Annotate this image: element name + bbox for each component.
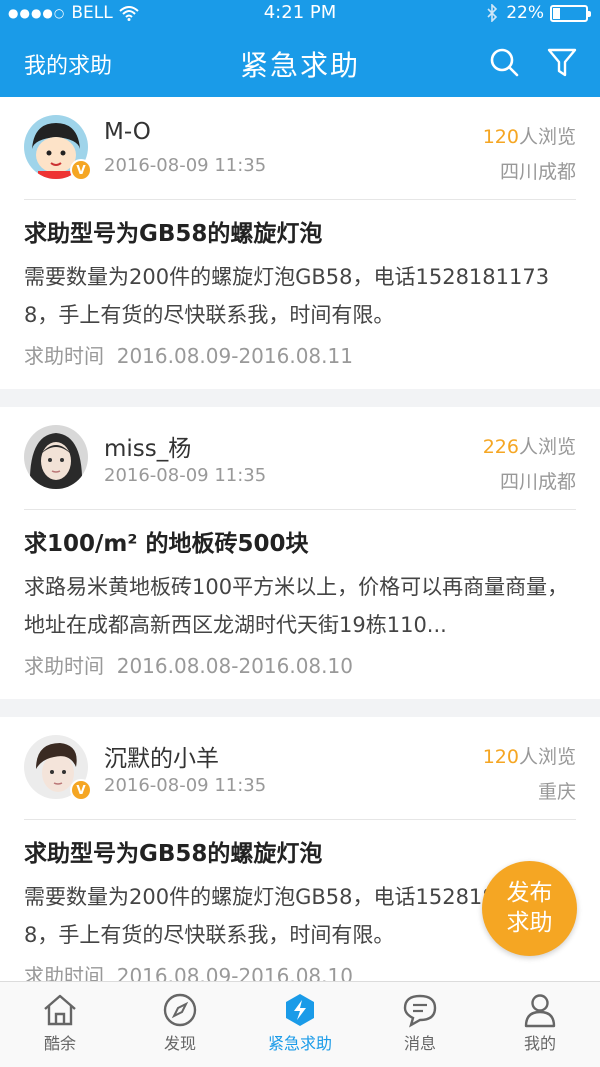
post-description: 求路易米黄地板砖100平方米以上，价格可以再商量商量，地址在成都高新西区龙湖时代… (24, 575, 569, 637)
message-icon (403, 994, 437, 1028)
help-card[interactable]: miss_杨 2016-08-09 11:35 226人浏览 四川成都 求100… (0, 407, 600, 699)
post-description: 需要数量为200件的螺旋灯泡GB58，电话15281811738，手上有货的尽快… (24, 265, 550, 327)
tab-home[interactable]: 酷余 (0, 982, 120, 1067)
view-count: 226人浏览 (482, 436, 576, 458)
tab-label: 消息 (403, 1034, 436, 1053)
fab-label-line1: 发布 (506, 880, 553, 906)
help-time: 求助时间 2016.08.09-2016.08.11 (24, 344, 353, 368)
location: 重庆 (537, 781, 576, 803)
help-time: 求助时间 2016.08.09-2016.08.10 (24, 964, 353, 981)
post-time: 2016-08-09 11:35 (104, 775, 267, 796)
tab-label: 我的 (523, 1034, 556, 1053)
filter-icon[interactable] (546, 46, 578, 78)
bluetooth-icon (487, 4, 498, 22)
tab-label: 发现 (163, 1034, 196, 1053)
battery-icon (550, 4, 591, 22)
tab-label: 酷余 (43, 1034, 76, 1053)
help-time: 求助时间 2016.08.08-2016.08.10 (24, 654, 353, 678)
home-icon (44, 994, 76, 1026)
my-help-button[interactable]: 我的求助 (24, 48, 112, 80)
search-icon[interactable] (488, 46, 520, 78)
help-card[interactable]: V M-O 2016-08-09 11:35 120人浏览 四川成都 求助型号为… (0, 97, 600, 389)
avatar[interactable] (24, 425, 88, 489)
tab-bar: 酷余 发现 紧急求助 消息 我的 (0, 981, 600, 1067)
post-title: 求助型号为GB58的螺旋灯泡 (24, 841, 323, 867)
view-count: 120人浏览 (482, 126, 576, 148)
fab-label-line2: 求助 (506, 910, 553, 936)
compass-icon (163, 993, 197, 1027)
post-time: 2016-08-09 11:35 (104, 155, 267, 176)
publish-help-button[interactable]: 发布 求助 (482, 861, 577, 956)
post-title: 求助型号为GB58的螺旋灯泡 (24, 221, 323, 247)
tab-profile[interactable]: 我的 (480, 982, 600, 1067)
profile-icon (524, 994, 556, 1028)
tab-discover[interactable]: 发现 (120, 982, 240, 1067)
location: 四川成都 (499, 161, 576, 183)
user-name[interactable]: miss_杨 (104, 429, 191, 463)
user-name[interactable]: M-O (104, 119, 151, 145)
location: 四川成都 (499, 471, 576, 493)
post-title: 求100/m² 的地板砖500块 (24, 531, 309, 557)
user-name[interactable]: 沉默的小羊 (104, 739, 219, 773)
tab-emergency-help[interactable]: 紧急求助 (240, 982, 360, 1067)
status-bar: ●●●●○ BELL 4:21 PM 22% (0, 0, 600, 26)
verified-badge-icon: V (70, 159, 92, 181)
top-bar: ●●●●○ BELL 4:21 PM 22% 我的求助 紧急求助 (0, 0, 600, 97)
emergency-icon (286, 994, 314, 1026)
tab-label: 紧急求助 (267, 1034, 332, 1053)
post-time: 2016-08-09 11:35 (104, 465, 267, 486)
battery-percent: 22% (506, 3, 544, 23)
view-count: 120人浏览 (482, 746, 576, 768)
verified-badge-icon: V (70, 779, 92, 801)
help-request-feed[interactable]: V M-O 2016-08-09 11:35 120人浏览 四川成都 求助型号为… (0, 97, 600, 981)
nav-bar: 我的求助 紧急求助 (0, 26, 600, 97)
tab-messages[interactable]: 消息 (360, 982, 480, 1067)
